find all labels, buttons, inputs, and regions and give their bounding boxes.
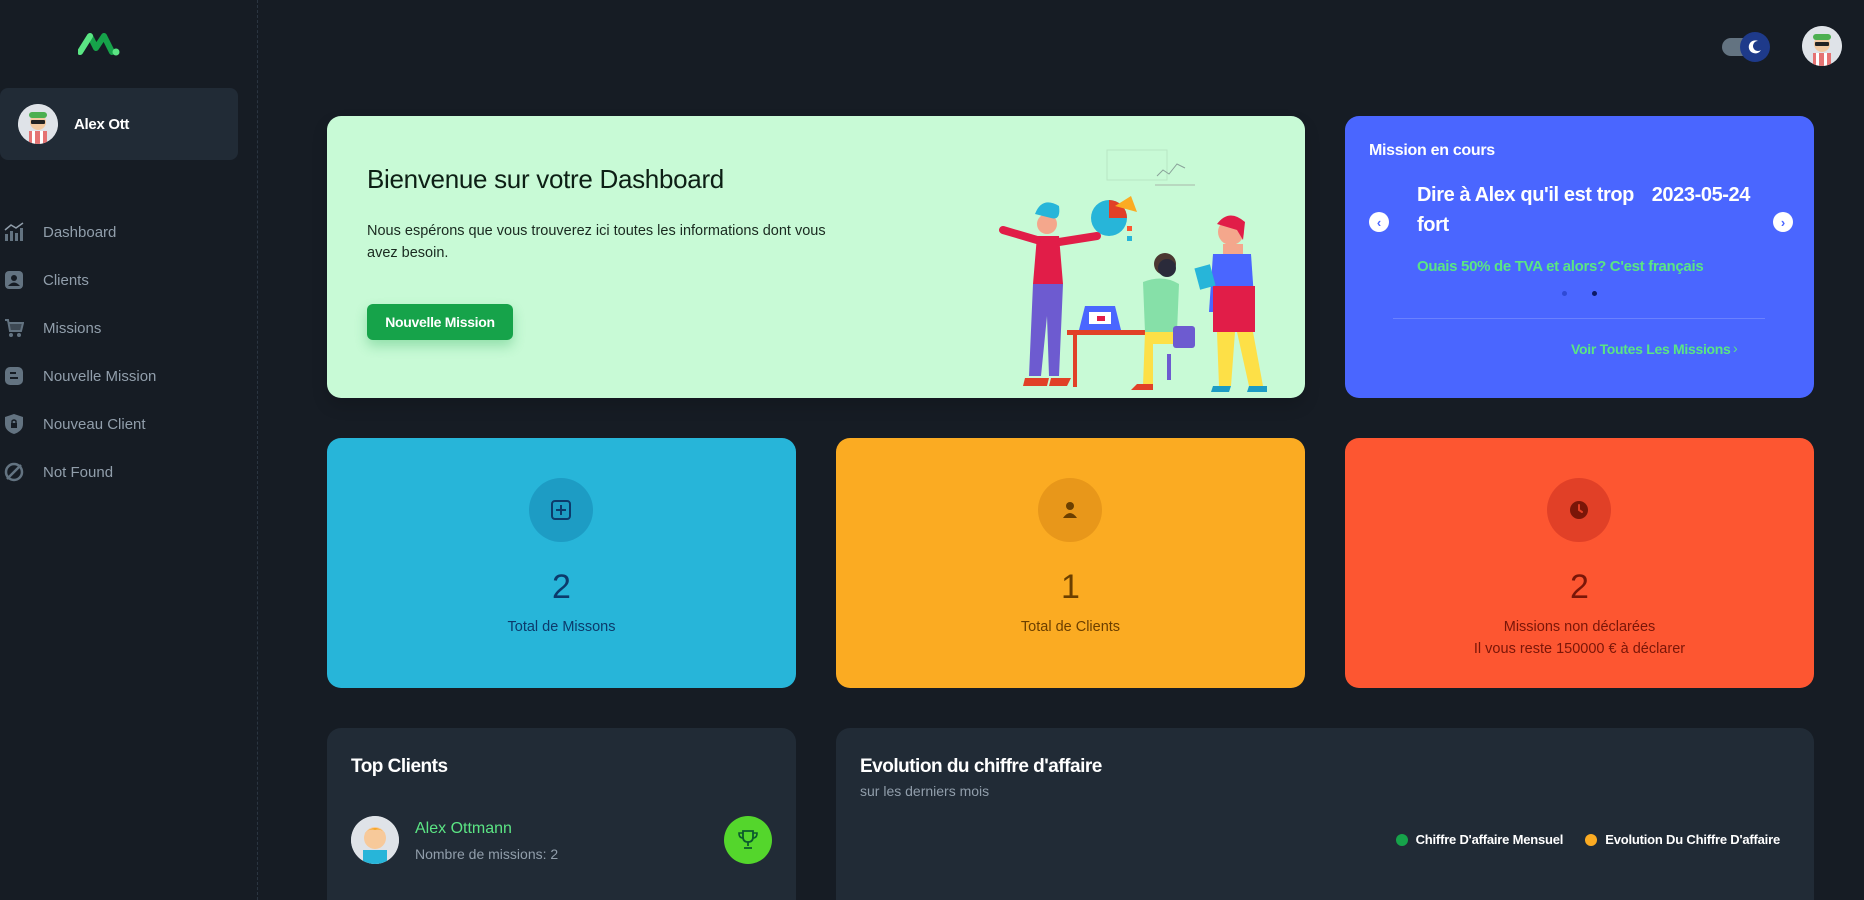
sidebar-item-label: Dashboard (43, 223, 117, 241)
moon-icon (1740, 32, 1770, 62)
chevron-right-icon: › (1733, 340, 1738, 356)
chart-icon (4, 222, 24, 242)
revenue-chart-card: Evolution du chiffre d'affaire sur les d… (836, 728, 1814, 900)
sidebar-item-clients[interactable]: Clients (0, 256, 238, 304)
sidebar-item-nouvelle-mission[interactable]: Nouvelle Mission (0, 352, 238, 400)
legend-swatch (1395, 833, 1408, 846)
account-card[interactable]: Alex Ott (0, 88, 238, 160)
top-clients-card: Top Clients Alex Ottmann Nombre de missi… (327, 728, 796, 900)
total-clients-card: 1 Total de Clients (836, 438, 1305, 688)
top-clients-title: Top Clients (351, 756, 448, 777)
welcome-title: Bienvenue sur votre Dashboard (367, 164, 724, 194)
client-avatar (351, 816, 399, 864)
carousel-next-button[interactable]: › (1773, 212, 1793, 232)
total-missions-value: 2 (552, 568, 571, 606)
legend-item-monthly[interactable]: Chiffre D'affaire Mensuel (1395, 832, 1564, 847)
logo[interactable] (78, 30, 120, 58)
sidebar-item-label: Not Found (43, 463, 114, 481)
sidebar: Alex Ott Dashboard Clients Missions Nouv… (0, 0, 258, 900)
chart-subtitle: sur les derniers mois (860, 783, 990, 799)
sidebar-item-label: Nouvelle Mission (43, 367, 157, 385)
mission-card-title: Mission en cours (1369, 142, 1495, 159)
sidebar-item-missions[interactable]: Missions (0, 304, 238, 352)
legend-swatch (1585, 833, 1598, 846)
mission-name: Dire à Alex qu'il est trop fort (1417, 184, 1635, 236)
mission-date: 2023-05-24 (1651, 184, 1751, 206)
trophy-icon (724, 816, 772, 864)
view-all-missions-link[interactable]: Voir Toutes Les Missions (1571, 341, 1731, 357)
client-name[interactable]: Alex Ottmann (415, 820, 512, 838)
carousel-dot[interactable] (1562, 291, 1567, 296)
add-square-icon (529, 478, 593, 542)
user-icon (4, 270, 24, 290)
ban-icon (4, 462, 24, 482)
sidebar-item-nouveau-client[interactable]: Nouveau Client (0, 400, 238, 448)
legend-item-evolution[interactable]: Evolution Du Chiffre D'affaire (1585, 832, 1780, 847)
person-icon (1038, 478, 1102, 542)
mission-subtitle: Ouais 50% de TVA et alors? C'est françai… (1417, 258, 1704, 275)
legend-label: Evolution Du Chiffre D'affaire (1605, 832, 1780, 847)
undeclared-missions-label: Missions non déclarées Il vous reste 150… (1345, 616, 1814, 660)
undeclared-label: Missions non déclarées (1503, 619, 1656, 635)
sidebar-item-not-found[interactable]: Not Found (0, 448, 238, 496)
undeclared-missions-value: 2 (1570, 568, 1589, 606)
chart-plot-area: 5 (876, 899, 882, 900)
carousel-prev-button[interactable]: ‹ (1369, 212, 1389, 232)
sidebar-item-label: Nouveau Client (43, 415, 146, 433)
client-missions-count: Nombre de missions: 2 (415, 846, 559, 862)
total-missions-label: Total de Missons (507, 619, 616, 635)
total-missions-card: 2 Total de Missons (327, 438, 796, 688)
carousel-dot-active[interactable] (1592, 291, 1597, 296)
welcome-text: Nous espérons que vous trouverez ici tou… (367, 223, 826, 261)
divider (1393, 318, 1765, 319)
undeclared-remaining: Il vous reste 150000 € à déclarer (1473, 641, 1686, 657)
legend-label: Chiffre D'affaire Mensuel (1415, 832, 1564, 847)
lock-shield-icon (4, 414, 24, 434)
welcome-card: Bienvenue sur votre Dashboard Nous espér… (327, 116, 1305, 398)
undeclared-missions-card: 2 Missions non déclarées Il vous reste 1… (1345, 438, 1814, 688)
sidebar-item-label: Clients (43, 271, 89, 289)
current-mission-card: Mission en cours ‹ Dire à Alex qu'il est… (1345, 116, 1814, 398)
header-avatar[interactable] (1802, 26, 1842, 66)
theme-toggle[interactable] (1722, 32, 1772, 62)
user-name: Alex Ott (74, 115, 130, 133)
new-mission-button[interactable]: Nouvelle Mission (367, 304, 513, 340)
sidebar-item-dashboard[interactable]: Dashboard (0, 208, 238, 256)
total-clients-value: 1 (1061, 568, 1080, 606)
sidebar-item-label: Missions (43, 319, 102, 337)
total-clients-label: Total de Clients (1020, 619, 1121, 635)
clock-icon (1547, 478, 1611, 542)
sidebar-nav: Dashboard Clients Missions Nouvelle Miss… (0, 208, 238, 496)
cart-icon (4, 318, 24, 338)
chart-legend: Chiffre D'affaire Mensuel Evolution Du C… (1374, 832, 1780, 847)
user-avatar (18, 104, 58, 144)
chart-title: Evolution du chiffre d'affaire (860, 756, 1102, 777)
blog-icon (4, 366, 24, 386)
team-illustration (999, 149, 1267, 392)
